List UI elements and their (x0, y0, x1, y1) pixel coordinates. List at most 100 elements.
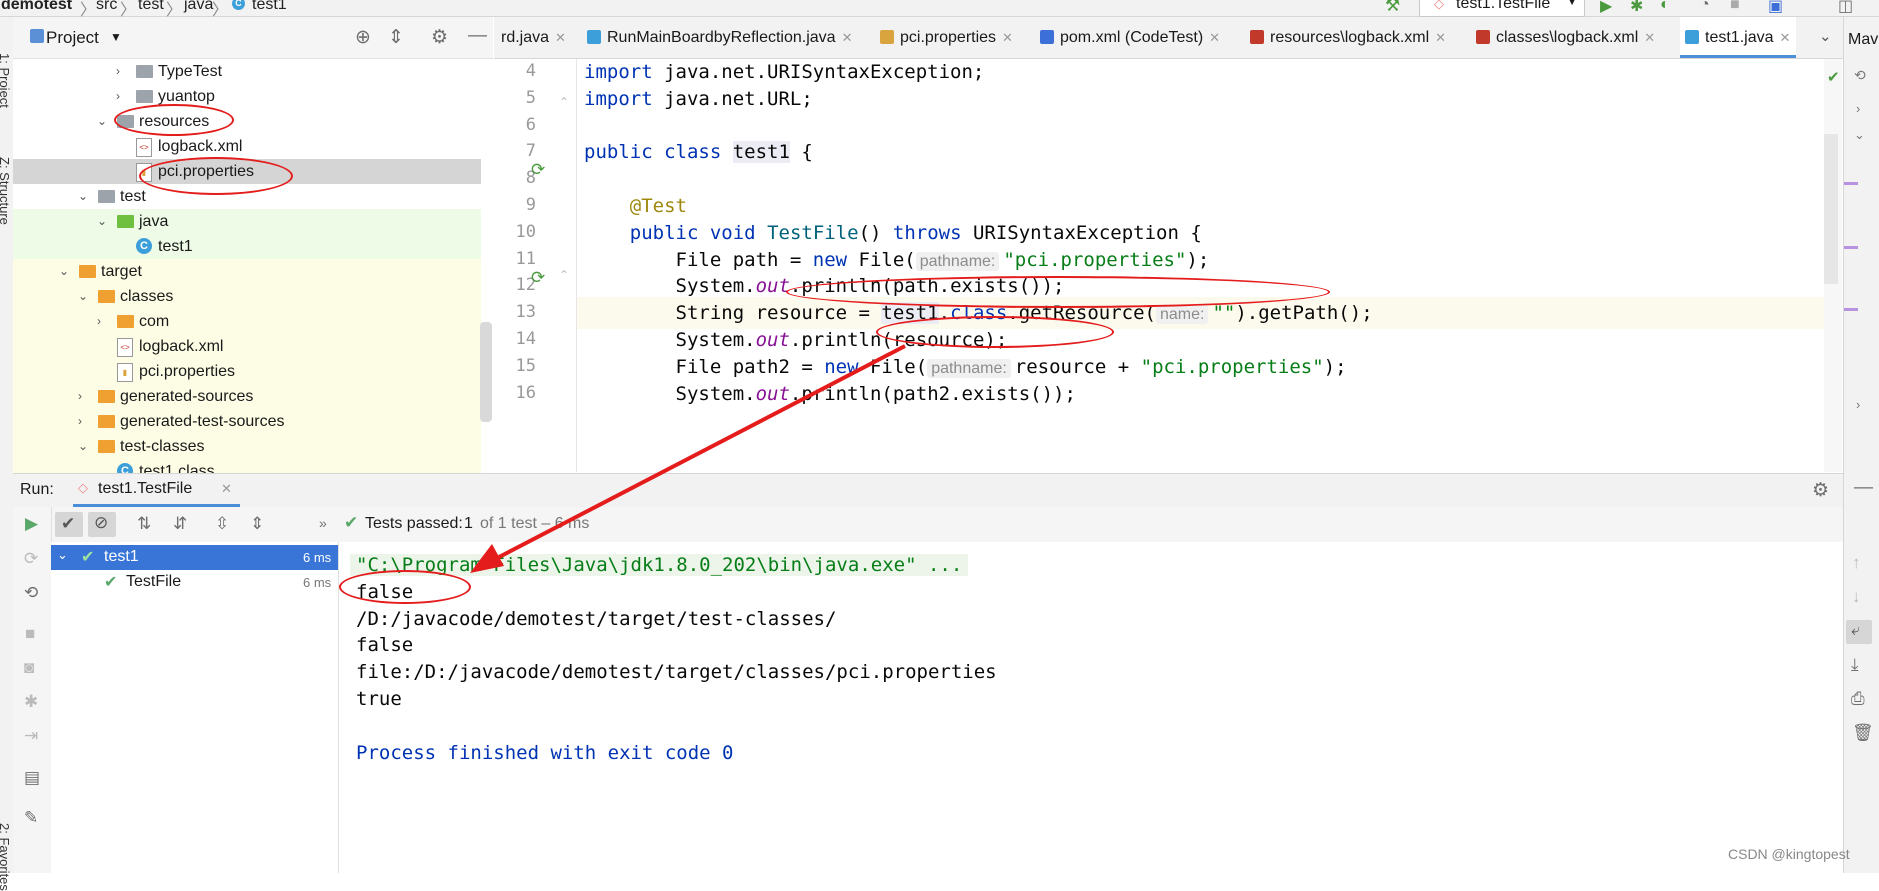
close-icon[interactable]: ✕ (1435, 30, 1446, 45)
gear-icon[interactable]: ⚙ (431, 26, 448, 49)
debug-icon[interactable]: ✱ (24, 692, 38, 712)
close-icon[interactable]: ✕ (1644, 30, 1655, 45)
hide-panel-icon[interactable]: — (1854, 477, 1873, 499)
chevron-down-icon[interactable]: ⌄ (78, 184, 88, 209)
tree-item[interactable]: › generated-test-sources (13, 409, 481, 434)
stop-icon[interactable]: ■ (1730, 0, 1740, 14)
close-icon[interactable]: ✕ (842, 30, 853, 45)
show-passed-toggle[interactable]: ✔ (55, 512, 83, 537)
test-row-test1[interactable]: ⌄ ✔ test1 6 ms (51, 545, 338, 570)
editor-tab[interactable]: pom.xml (CodeTest) ✕ (1035, 17, 1226, 58)
chevron-down-icon[interactable]: ⌄ (97, 209, 107, 234)
breadcrumb-src[interactable]: src (96, 0, 117, 14)
toggle-auto-test-icon[interactable]: ⟲ (24, 583, 38, 603)
stop-icon[interactable]: ■ (25, 624, 35, 644)
tree-item[interactable]: › generated-sources (13, 384, 481, 409)
code-line[interactable]: public class test1 { (584, 136, 813, 168)
profile-icon[interactable]: ◔ (1700, 0, 1710, 14)
trash-icon[interactable]: 🗑 (1852, 723, 1874, 743)
editor-tab[interactable]: classes\logback.xml ✕ (1471, 17, 1661, 58)
chevron-down-icon[interactable]: ⌄ (1819, 27, 1832, 45)
editor-tab[interactable]: RunMainBoardbyReflection.java ✕ (582, 17, 858, 58)
print-icon[interactable]: ⎙ (1851, 689, 1865, 709)
breadcrumb-project[interactable]: demotest (1, 0, 72, 14)
chevron-right-icon[interactable]: › (116, 84, 120, 109)
chevron-right-icon[interactable]: › (78, 384, 82, 409)
exit-icon[interactable]: ⇥ (24, 726, 38, 746)
project-view-title[interactable]: Project (46, 28, 99, 48)
tree-item[interactable]: ⌄ classes (13, 284, 481, 309)
layout-icon[interactable]: ▤ (24, 768, 40, 788)
chevron-right-icon[interactable]: › (1856, 101, 1860, 116)
collapse-all-icon[interactable]: ⇕ (388, 26, 404, 49)
editor-tab[interactable]: pci.properties ✕ (875, 17, 1019, 58)
chevron-down-icon[interactable]: ⌄ (78, 284, 88, 309)
tree-item[interactable]: ⌄ java (13, 209, 481, 234)
structure-tool-window-label[interactable]: Z: Structure (0, 157, 12, 225)
tree-item[interactable]: › yuantop (13, 84, 481, 109)
locate-file-icon[interactable]: ⊕ (355, 26, 371, 49)
editor-tab[interactable]: resources\logback.xml ✕ (1245, 17, 1452, 58)
chevron-right-icon[interactable]: › (78, 409, 82, 434)
tree-item[interactable]: ⌄ test-classes (13, 434, 481, 459)
breadcrumb-test1[interactable]: test1 (252, 0, 287, 14)
expand-all-icon[interactable]: ⇳ (215, 514, 229, 534)
project-tool-window-label[interactable]: 1: Project (0, 53, 12, 108)
soft-wrap-toggle[interactable]: ⤶ (1846, 620, 1872, 644)
maven-tool-window-label[interactable]: Mav (1848, 31, 1878, 49)
breadcrumb-java[interactable]: java (184, 0, 213, 14)
chevron-right-icon[interactable]: › (1856, 397, 1860, 412)
tree-item[interactable]: ⌄ target (13, 259, 481, 284)
rerun-icon[interactable]: ▶ (25, 514, 38, 534)
scrollbar-thumb[interactable] (1824, 134, 1838, 284)
hide-panel-icon[interactable]: — (468, 25, 487, 47)
fold-icon[interactable]: ⌃ (559, 95, 569, 109)
gear-icon[interactable]: ⚙ (1812, 479, 1829, 502)
close-icon[interactable]: ✕ (1209, 30, 1220, 45)
scroll-down-icon[interactable]: ↓ (1852, 587, 1861, 607)
tree-item[interactable]: Ctest1 (13, 234, 481, 259)
sort-alphabetically-icon[interactable]: ⇅ (137, 514, 151, 534)
tree-item[interactable]: <> logback.xml (13, 334, 481, 359)
breadcrumb-test[interactable]: test (138, 0, 164, 14)
chevron-down-icon[interactable]: ⌄ (78, 434, 88, 459)
close-icon[interactable]: ✕ (1779, 30, 1790, 45)
test-row-testfile[interactable]: ✔ TestFile 6 ms (51, 570, 338, 595)
chevron-down-icon[interactable]: ⌄ (57, 547, 68, 563)
close-icon[interactable]: ✕ (555, 30, 566, 45)
collapse-all-icon[interactable]: ⇕ (250, 514, 264, 534)
run-test-icon[interactable]: ⟳ (531, 268, 545, 288)
close-icon[interactable]: ✕ (1002, 30, 1013, 45)
layout-icon[interactable]: ◫ (1838, 0, 1853, 16)
editor-error-stripe[interactable]: ✔ (1824, 59, 1842, 472)
close-icon[interactable]: ✕ (221, 481, 232, 497)
run-tab[interactable]: ◇ test1.TestFile ✕ (73, 474, 240, 507)
rerun-failed-icon[interactable]: ⟳ (24, 549, 38, 569)
chevron-down-icon[interactable]: ⌄ (97, 109, 107, 134)
run-icon[interactable]: ▶ (1600, 0, 1612, 16)
tree-item[interactable]: › TypeTest (13, 59, 481, 84)
editor-tab[interactable]: test1.java ✕ (1680, 17, 1797, 58)
scroll-up-icon[interactable]: ↑ (1852, 553, 1861, 573)
tree-item[interactable]: <> logback.xml (13, 134, 481, 159)
run-class-icon[interactable]: ⟳ (531, 160, 545, 180)
chevron-right-icon[interactable]: › (116, 59, 120, 84)
scroll-to-end-icon[interactable]: ⤓ (1851, 655, 1859, 675)
project-structure-icon[interactable]: ▣ (1768, 0, 1783, 16)
build-hammer-icon[interactable]: ⚒ (1385, 0, 1400, 16)
chevron-right-icon[interactable]: › (97, 309, 101, 334)
sort-by-duration-icon[interactable]: ⇵ (173, 514, 187, 534)
coverage-icon[interactable]: ◐ (1660, 0, 1670, 14)
chevron-down-icon[interactable]: ▼ (110, 30, 122, 44)
pin-icon[interactable]: ✎ (24, 808, 38, 828)
show-ignored-toggle[interactable]: ⊘ (88, 512, 116, 537)
refresh-icon[interactable]: ⟲ (1854, 67, 1866, 84)
debug-icon[interactable]: ✱ (1630, 0, 1643, 16)
tree-item[interactable]: ▮ pci.properties (13, 359, 481, 384)
fold-icon[interactable]: ⌃ (559, 268, 569, 282)
code-line[interactable]: import java.net.URL; (584, 83, 813, 115)
more-actions-icon[interactable]: » (319, 515, 327, 531)
tree-item[interactable]: › com (13, 309, 481, 334)
chevron-down-icon[interactable]: ⌄ (1854, 127, 1865, 143)
editor-tab[interactable]: rd.java ✕ (496, 17, 572, 58)
